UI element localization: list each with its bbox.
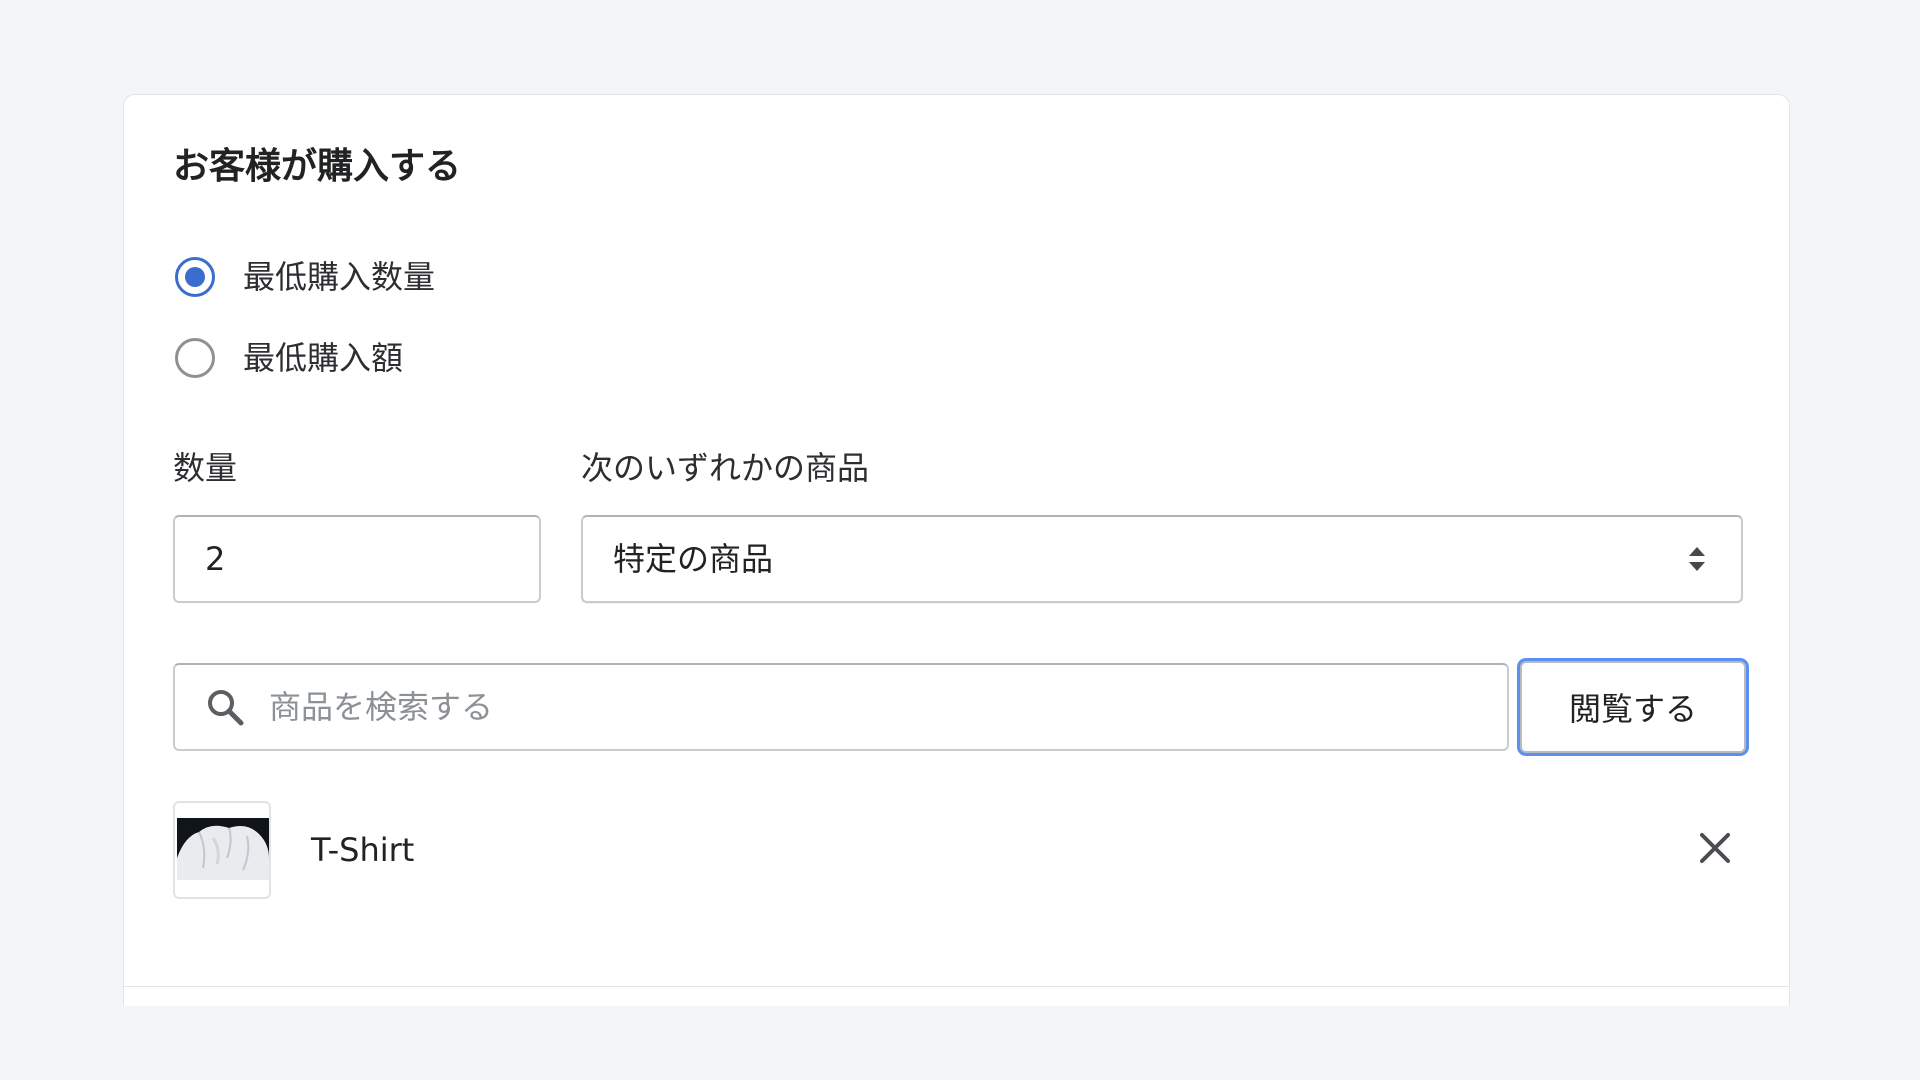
product-search-input[interactable] (267, 676, 1507, 738)
radio-label-min-amount: 最低購入額 (243, 339, 404, 377)
close-icon (1700, 833, 1730, 863)
quantity-input[interactable] (173, 515, 541, 603)
radio-min-amount[interactable]: 最低購入額 (175, 335, 403, 381)
applies-to-label: 次のいずれかの商品 (581, 449, 870, 487)
select-arrows-icon (1689, 547, 1705, 571)
tshirt-image (177, 818, 269, 880)
browse-button[interactable]: 閲覧する (1520, 661, 1746, 753)
radio-button-checked[interactable] (175, 257, 215, 297)
customer-buys-card: お客様が購入する 最低購入数量 最低購入額 数量 次のいずれかの商品 特定の商品… (123, 94, 1790, 1006)
radio-min-quantity[interactable]: 最低購入数量 (175, 254, 435, 300)
search-icon (208, 690, 244, 726)
card-divider (124, 986, 1789, 987)
tshirt-photo-icon (177, 818, 269, 880)
radio-label-min-quantity: 最低購入数量 (243, 258, 436, 296)
radio-button-unchecked[interactable] (175, 338, 215, 378)
card-title: お客様が購入する (173, 146, 462, 187)
applies-to-select[interactable]: 特定の商品 (581, 515, 1743, 603)
product-thumbnail (173, 801, 271, 899)
quantity-label: 数量 (173, 449, 238, 487)
product-search-field[interactable] (173, 663, 1509, 751)
selected-product-row: T-Shirt (173, 801, 1743, 899)
remove-product-button[interactable] (1687, 820, 1743, 876)
applies-to-selected-value: 特定の商品 (613, 540, 774, 578)
product-name: T-Shirt (311, 831, 415, 869)
